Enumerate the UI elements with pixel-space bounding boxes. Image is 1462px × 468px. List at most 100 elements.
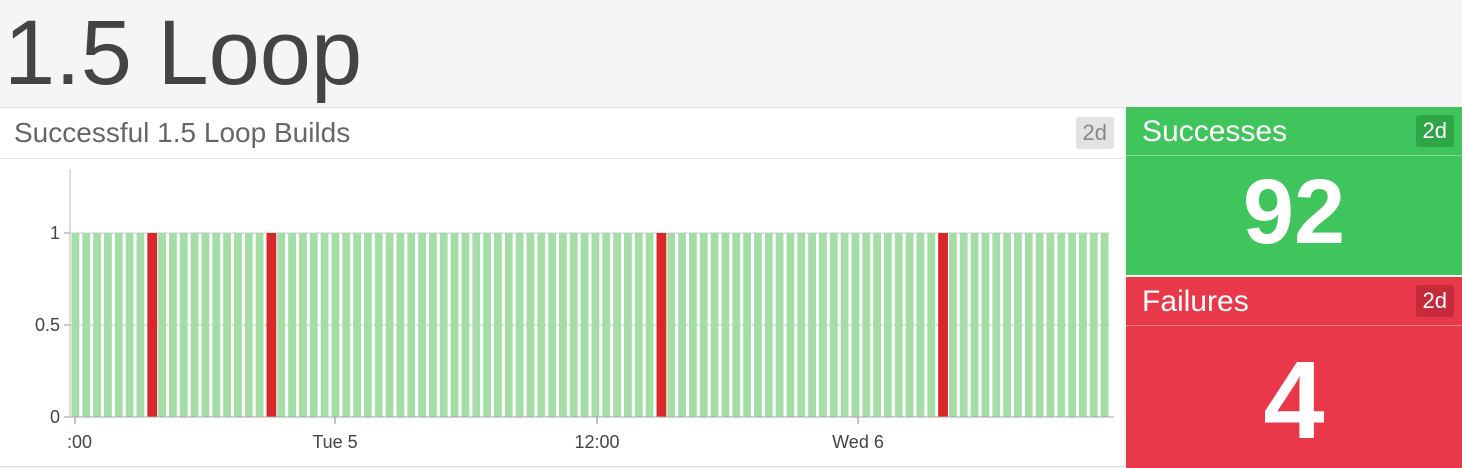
x-tick-label: Wed 6 xyxy=(832,432,884,452)
bar-success xyxy=(494,233,502,417)
bar-success xyxy=(689,233,697,417)
bar-success xyxy=(710,233,719,417)
bar-success xyxy=(981,233,990,417)
bar-success xyxy=(1089,233,1098,417)
bar-success xyxy=(537,233,546,417)
bar-success xyxy=(353,233,361,417)
bar-success xyxy=(1068,233,1076,417)
successes-panel: Successes 2d 92 xyxy=(1126,107,1462,275)
bar-success xyxy=(396,233,405,417)
bar-success xyxy=(808,233,816,417)
bar-success xyxy=(721,233,730,417)
bar-success xyxy=(93,233,101,417)
bar-success xyxy=(905,233,914,417)
builds-bar-chart[interactable]: 0 0.5 1:00 Tue 5 12:00 Wed 6 xyxy=(0,159,1124,465)
failures-divider xyxy=(1126,325,1462,326)
bar-success xyxy=(1079,233,1087,417)
bar-success xyxy=(71,233,80,417)
chart-header: Successful 1.5 Loop Builds 2d xyxy=(0,108,1124,159)
bar-success xyxy=(158,233,166,417)
bar-success xyxy=(819,233,827,417)
bar-failure xyxy=(656,233,667,417)
successes-range-badge[interactable]: 2d xyxy=(1415,115,1454,147)
bar-success xyxy=(483,233,491,417)
successes-value: 92 xyxy=(1242,161,1346,263)
successes-divider xyxy=(1126,155,1462,156)
bar-success xyxy=(299,233,307,417)
bar-success xyxy=(862,233,871,417)
x-tick-label: Tue 5 xyxy=(312,432,357,452)
failures-value: 4 xyxy=(1263,339,1325,462)
bar-success xyxy=(634,233,643,417)
bar-success xyxy=(667,233,676,417)
bar-success xyxy=(548,233,556,417)
bar-success xyxy=(894,233,903,417)
bar-success xyxy=(114,233,123,417)
bar-success xyxy=(212,233,221,417)
bar-success xyxy=(645,233,654,417)
bar-success xyxy=(288,233,296,417)
bar-success xyxy=(613,233,621,417)
bar-success xyxy=(580,233,589,417)
y-tick-label: 1 xyxy=(50,223,60,243)
failures-label: Failures xyxy=(1142,285,1249,318)
bar-success xyxy=(743,233,751,417)
x-tick-label: :00 xyxy=(67,432,92,452)
bar-success xyxy=(1024,233,1033,417)
page-title: 1.5 Loop xyxy=(4,2,363,104)
bar-success xyxy=(277,233,286,417)
bar-success xyxy=(602,233,611,417)
bar-success xyxy=(591,233,600,417)
bar-failure xyxy=(147,233,158,417)
bar-success xyxy=(624,233,632,417)
bar-success xyxy=(169,233,177,417)
bar-failure xyxy=(266,233,277,417)
bar-success xyxy=(526,233,535,417)
bar-success xyxy=(439,233,448,417)
failures-range-badge[interactable]: 2d xyxy=(1415,285,1454,317)
bar-success xyxy=(699,233,708,417)
bar-success xyxy=(569,233,578,417)
bar-success xyxy=(364,233,372,417)
bar-success xyxy=(201,233,210,417)
bar-success xyxy=(374,233,383,417)
bar-success xyxy=(461,233,470,417)
bar-success xyxy=(190,233,199,417)
chart-title: Successful 1.5 Loop Builds xyxy=(14,117,351,148)
bar-success xyxy=(82,233,91,417)
bar-success xyxy=(385,233,394,417)
bar-success xyxy=(342,233,351,417)
successes-label: Successes xyxy=(1142,115,1288,148)
bar-success xyxy=(418,233,426,417)
bar-success xyxy=(970,233,979,417)
bar-success xyxy=(992,233,1001,417)
bar-success xyxy=(320,233,329,417)
bar-success xyxy=(678,233,686,417)
bar-success xyxy=(786,233,795,417)
bar-success xyxy=(1100,233,1109,417)
bar-success xyxy=(515,233,524,417)
bar-success xyxy=(775,233,784,417)
bar-success xyxy=(450,233,459,417)
bar-success xyxy=(559,233,567,417)
bar-success xyxy=(927,233,936,417)
y-tick-label: 0.5 xyxy=(35,315,60,335)
y-tick-label: 0 xyxy=(50,407,60,427)
bar-success xyxy=(429,233,437,417)
bar-failure xyxy=(938,233,948,417)
bar-success xyxy=(851,233,860,417)
bar-success xyxy=(104,233,112,417)
bar-success xyxy=(125,233,134,417)
bar-success xyxy=(916,233,925,417)
bar-success xyxy=(829,233,838,417)
failures-panel: Failures 2d 4 xyxy=(1126,277,1462,468)
chart-range-badge[interactable]: 2d xyxy=(1075,117,1114,149)
bar-success xyxy=(1046,233,1055,417)
bar-success xyxy=(1057,233,1066,417)
bar-success xyxy=(959,233,968,417)
bar-success xyxy=(179,233,188,417)
bar-success xyxy=(244,233,253,417)
bar-success xyxy=(797,233,806,417)
bar-success xyxy=(407,233,416,417)
bar-success xyxy=(884,233,892,417)
